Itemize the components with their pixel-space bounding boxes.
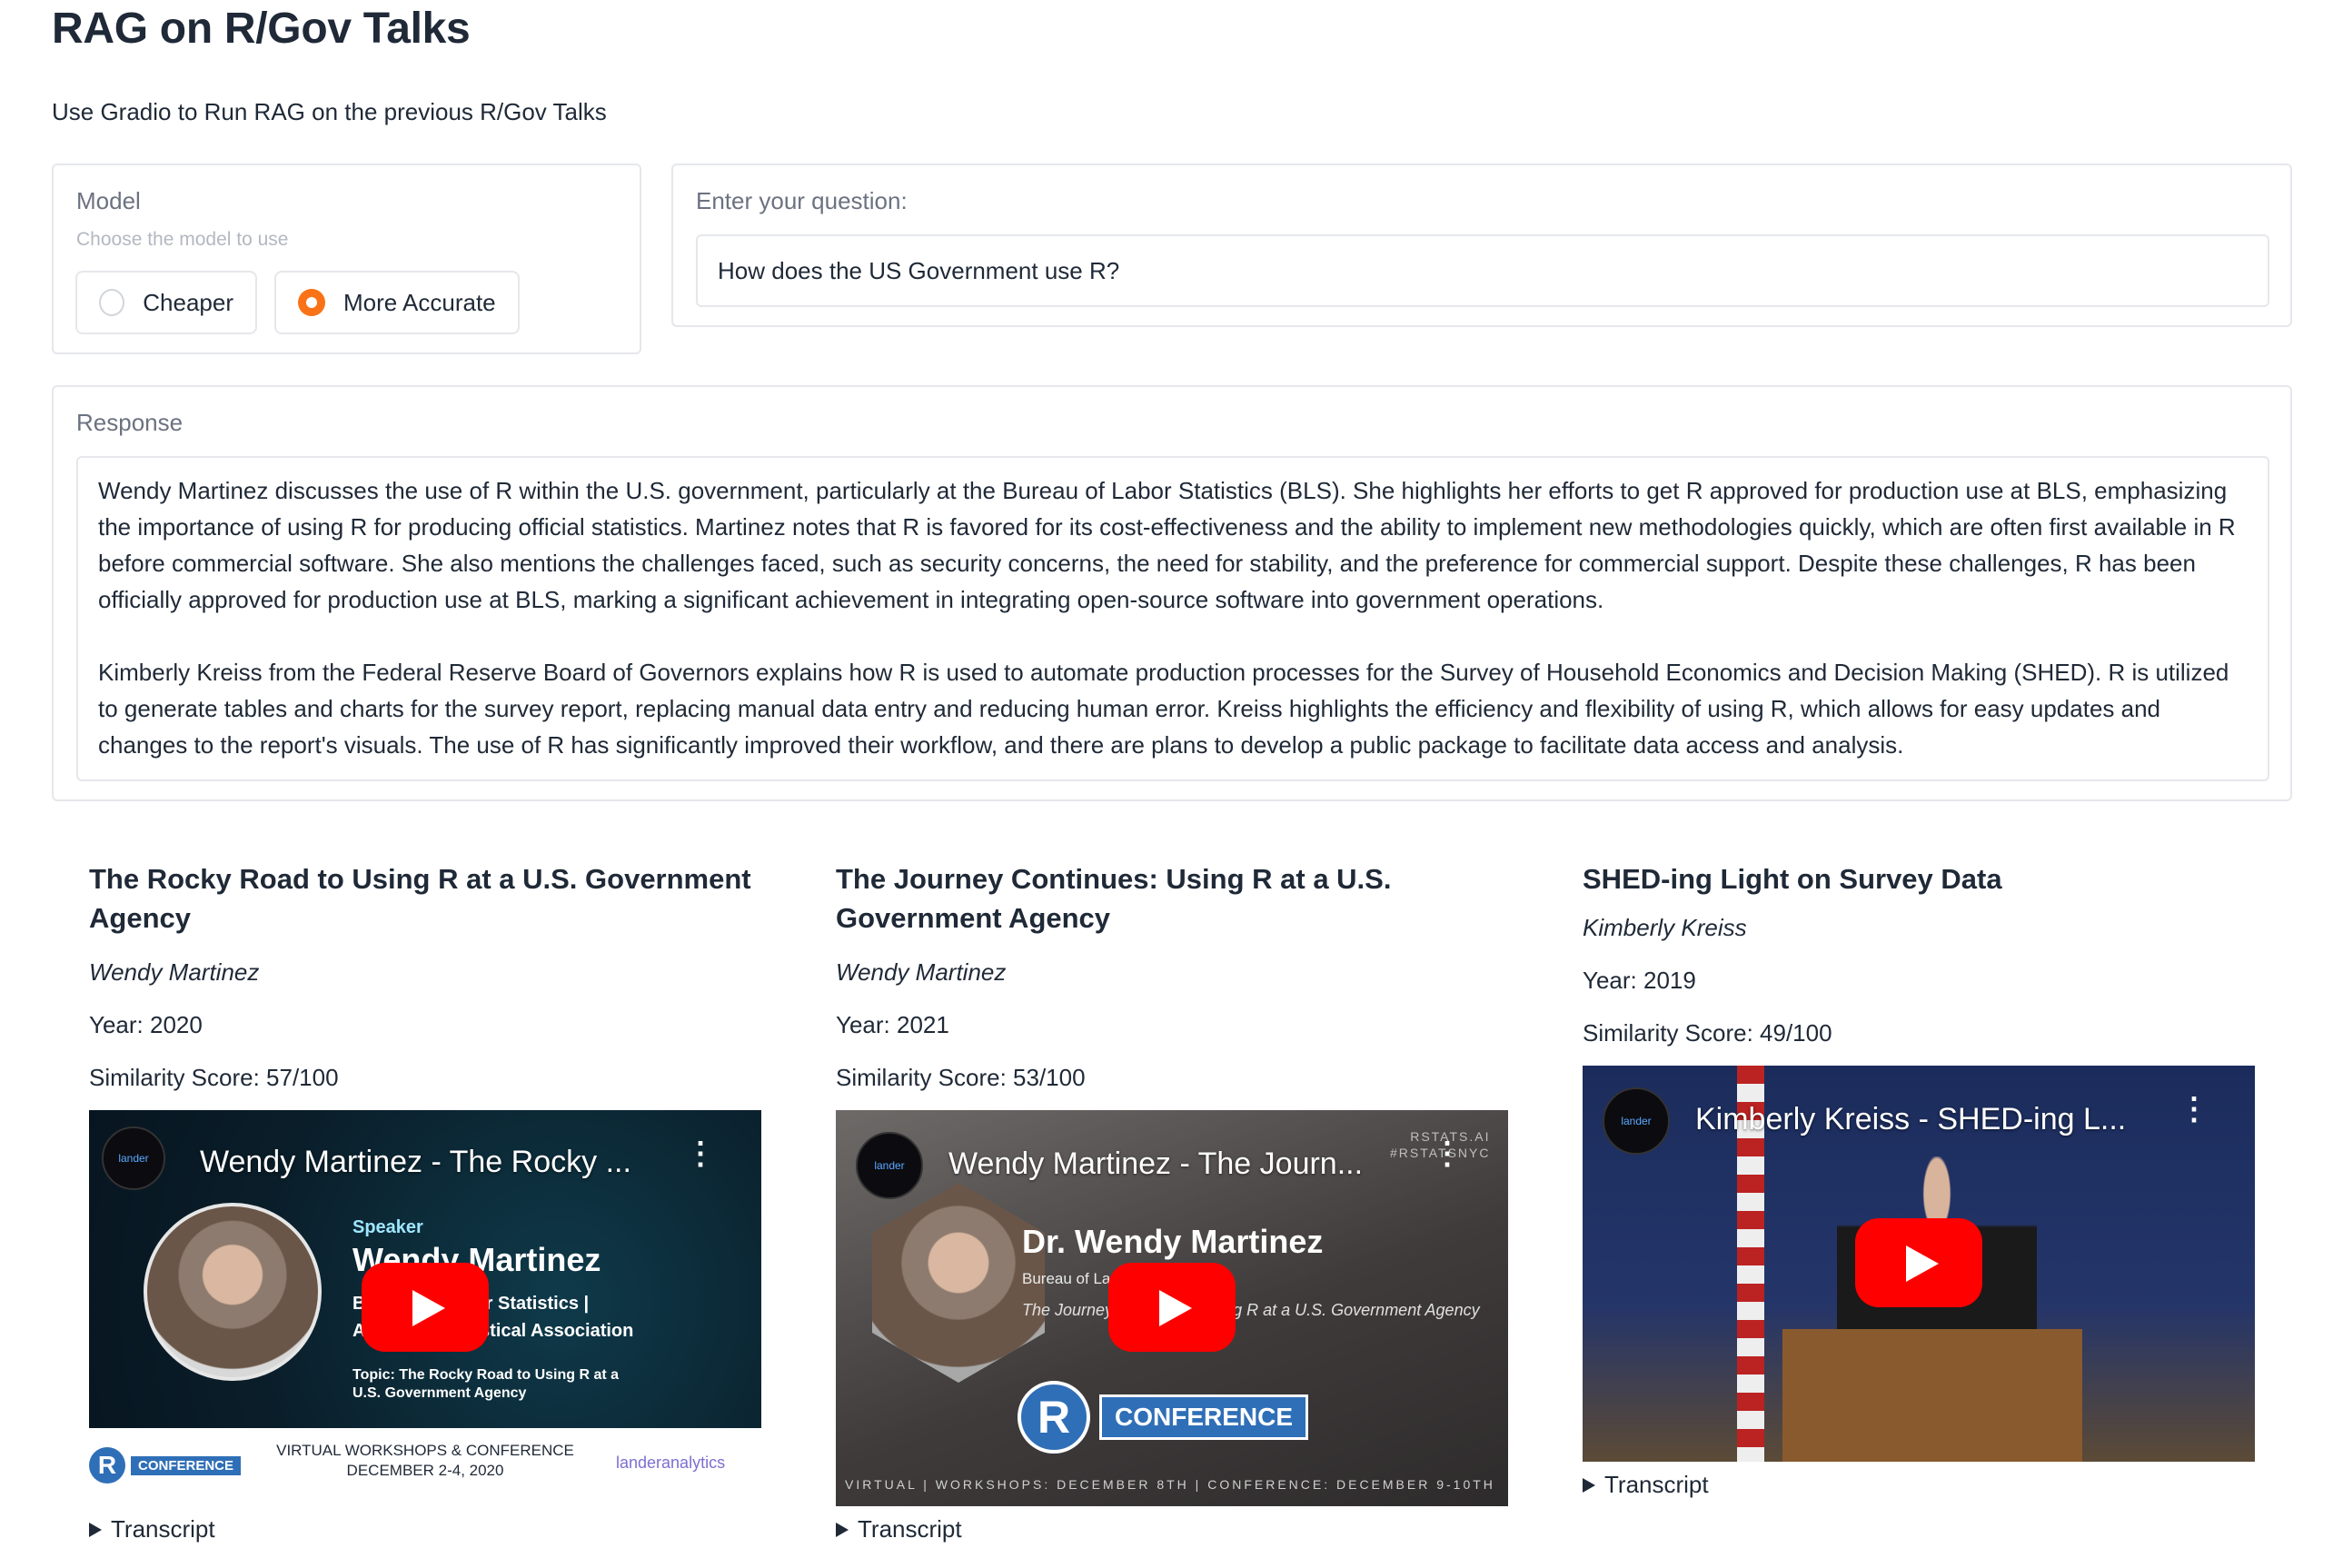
triangle-right-icon[interactable] [89, 1522, 102, 1537]
response-paragraph-2: Kimberly Kreiss from the Federal Reserve… [98, 659, 2229, 759]
radio-label-cheaper: Cheaper [143, 288, 233, 316]
result-similarity-score: Similarity Score: 53/100 [836, 1064, 1086, 1091]
r-logo-icon: R [1018, 1381, 1090, 1454]
thumbnail-speaker-label: Speaker [352, 1217, 423, 1237]
result-card: The Journey Continues: Using R at a U.S.… [836, 859, 1508, 1543]
youtube-play-icon[interactable] [1855, 1218, 1982, 1307]
transcript-toggle[interactable]: Transcript [89, 1515, 761, 1543]
result-year: Year: 2021 [836, 1011, 949, 1038]
radio-unchecked-icon[interactable] [99, 289, 125, 316]
more-vertical-icon[interactable]: ⋮ [1432, 1138, 1463, 1169]
r-logo-icon: R [89, 1447, 125, 1484]
more-vertical-icon[interactable]: ⋮ [685, 1138, 716, 1169]
result-author: Wendy Martinez [89, 958, 260, 986]
result-card: SHED-ing Light on Survey Data Kimberly K… [1583, 859, 2255, 1499]
transcript-label[interactable]: Transcript [1604, 1471, 1709, 1499]
conference-label: CONFERENCE [131, 1455, 242, 1475]
response-textbox[interactable]: Wendy Martinez discusses the use of R wi… [76, 456, 2269, 781]
video-thumbnail: Speaker Wendy Martinez Bureau of Labor S… [89, 1110, 761, 1428]
radio-label-more-accurate: More Accurate [343, 288, 496, 316]
more-vertical-icon[interactable]: ⋮ [2179, 1094, 2209, 1125]
thumbnail-speaker-org: Bureau of La [1022, 1270, 1111, 1287]
workshop-line-2: DECEMBER 2-4, 2020 [346, 1462, 504, 1479]
thumbnail-topic: The Journey Continues: Using R at a U.S.… [1022, 1301, 1480, 1319]
page-title: RAG on R/Gov Talks [52, 5, 471, 53]
channel-avatar[interactable]: lander [1603, 1087, 1670, 1155]
conference-label: CONFERENCE [1099, 1394, 1309, 1440]
response-paragraph-1: Wendy Martinez discusses the use of R wi… [98, 477, 2236, 613]
lander-analytics-logo: landeranalytics [616, 1454, 726, 1472]
thumbnail-footer: R CONFERENCE VIRTUAL WORKSHOPS & CONFERE… [89, 1428, 761, 1506]
model-info: Choose the model to use [76, 229, 289, 250]
triangle-right-icon[interactable] [1583, 1477, 1595, 1493]
response-panel: Response Wendy Martinez discusses the us… [52, 385, 2292, 801]
video-title[interactable]: Wendy Martinez - The Rocky ... [200, 1145, 631, 1180]
youtube-video-embed[interactable]: RSTATS.AI #RSTATSNYC Dr. Wendy Martinez … [836, 1110, 1508, 1506]
model-label: Model [76, 187, 141, 214]
radio-checked-icon[interactable] [298, 289, 325, 316]
result-similarity-score: Similarity Score: 49/100 [1583, 1019, 1832, 1047]
model-panel: Model Choose the model to use Cheaper Mo… [52, 164, 641, 354]
transcript-label[interactable]: Transcript [858, 1515, 962, 1543]
result-title: SHED-ing Light on Survey Data [1583, 863, 2002, 895]
r-conference-logo: R CONFERENCE [89, 1444, 249, 1486]
result-card: The Rocky Road to Using R at a U.S. Gove… [89, 859, 761, 1543]
transcript-toggle[interactable]: Transcript [1583, 1471, 2255, 1499]
youtube-video-embed[interactable]: lander Kimberly Kreiss - SHED-ing L... ⋮ [1583, 1066, 2255, 1462]
youtube-video-embed[interactable]: Speaker Wendy Martinez Bureau of Labor S… [89, 1110, 761, 1506]
question-input[interactable]: How does the US Government use R? [696, 234, 2269, 307]
thumbnail-footer: VIRTUAL | WORKSHOPS: DECEMBER 8TH | CONF… [845, 1477, 1495, 1492]
channel-avatar[interactable]: lander [102, 1126, 165, 1190]
transcript-label[interactable]: Transcript [111, 1515, 215, 1543]
result-title: The Rocky Road to Using R at a U.S. Gove… [89, 863, 751, 934]
radio-option-more-accurate[interactable]: More Accurate [274, 271, 520, 334]
result-author: Wendy Martinez [836, 958, 1007, 986]
question-label: Enter your question: [696, 187, 908, 214]
r-conference-logo: R CONFERENCE [1018, 1381, 1309, 1454]
video-title[interactable]: Kimberly Kreiss - SHED-ing L... [1695, 1102, 2126, 1137]
response-label: Response [76, 409, 184, 436]
youtube-play-icon[interactable] [1108, 1263, 1236, 1352]
thumbnail-topic: Topic: The Rocky Road to Using R at a U.… [352, 1367, 620, 1401]
result-year: Year: 2020 [89, 1011, 203, 1038]
speaker-portrait [872, 1183, 1045, 1383]
radio-option-cheaper[interactable]: Cheaper [75, 271, 257, 334]
transcript-toggle[interactable]: Transcript [836, 1515, 1508, 1543]
channel-avatar[interactable]: lander [856, 1132, 923, 1199]
result-year: Year: 2019 [1583, 967, 1696, 994]
result-title: The Journey Continues: Using R at a U.S.… [836, 863, 1392, 934]
result-author: Kimberly Kreiss [1583, 914, 1747, 941]
workshop-line-1: VIRTUAL WORKSHOPS & CONFERENCE [276, 1442, 574, 1459]
speaker-portrait [144, 1203, 322, 1381]
youtube-play-icon[interactable] [362, 1263, 489, 1352]
page-subtitle: Use Gradio to Run RAG on the previous R/… [52, 98, 607, 125]
result-similarity-score: Similarity Score: 57/100 [89, 1064, 339, 1091]
workshop-dates: VIRTUAL WORKSHOPS & CONFERENCE DECEMBER … [275, 1441, 575, 1481]
video-title[interactable]: Wendy Martinez - The Journ... [948, 1146, 1363, 1182]
question-panel: Enter your question: How does the US Gov… [671, 164, 2292, 327]
triangle-right-icon[interactable] [836, 1522, 849, 1537]
thumbnail-speaker-name: Dr. Wendy Martinez [1022, 1223, 1324, 1260]
podium-image [1782, 1329, 2082, 1462]
